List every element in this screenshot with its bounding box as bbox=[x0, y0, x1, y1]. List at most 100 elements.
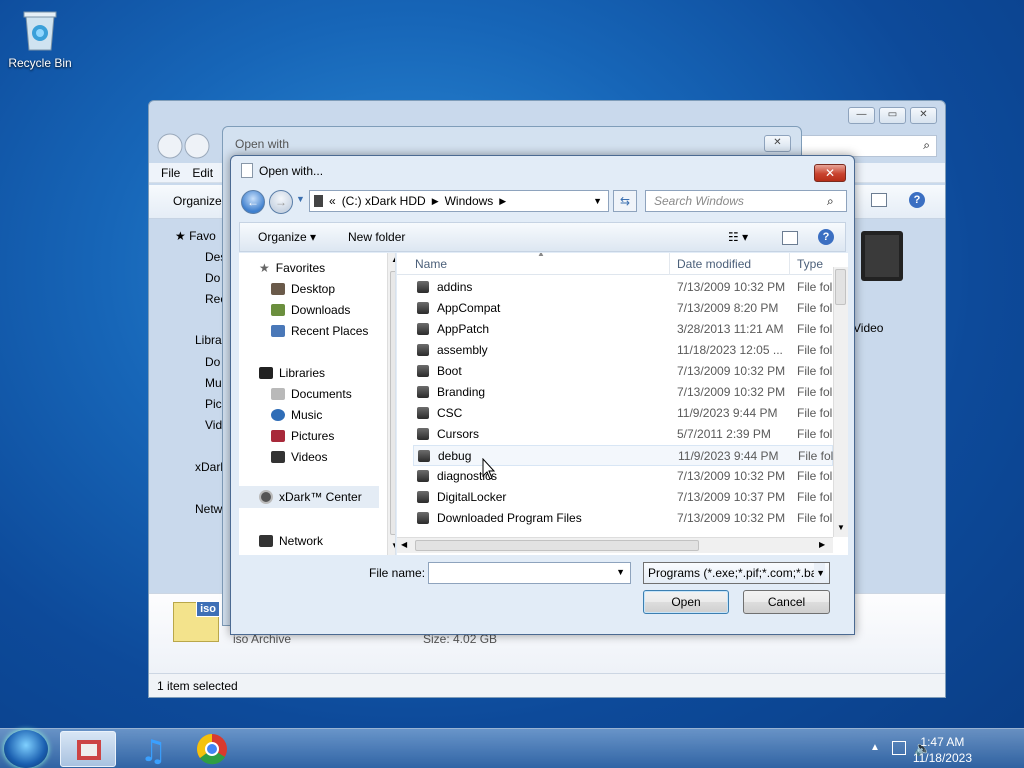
menu-file[interactable]: File bbox=[161, 166, 180, 180]
minimize-button[interactable]: — bbox=[848, 107, 875, 124]
file-row[interactable]: Downloaded Program Files 7/13/2009 10:32 … bbox=[413, 508, 833, 529]
nav-downloads[interactable]: Do bbox=[205, 271, 220, 285]
file-row[interactable]: AppPatch 3/28/2013 11:21 AM File fol bbox=[413, 319, 833, 340]
help-icon[interactable]: ? bbox=[818, 229, 834, 245]
nav-downloads[interactable]: Downloads bbox=[271, 303, 350, 317]
explorer-search-input[interactable]: ⌕ bbox=[797, 135, 937, 157]
address-segment-drive[interactable]: (C:) xDark HDD bbox=[342, 194, 426, 208]
nav-libraries[interactable]: Libraries bbox=[259, 366, 325, 380]
address-bar[interactable]: « (C:) xDark HDD ▶ Windows ▶ ▼ bbox=[309, 190, 609, 212]
explorer-nav-buttons[interactable] bbox=[157, 133, 217, 162]
file-row[interactable]: Cursors 5/7/2011 2:39 PM File fol bbox=[413, 424, 833, 445]
preview-pane-icon[interactable] bbox=[782, 231, 798, 245]
scroll-right-icon[interactable]: ▶ bbox=[819, 540, 825, 549]
file-row[interactable]: assembly 11/18/2023 12:05 ... File fol bbox=[413, 340, 833, 361]
taskbar-chrome[interactable] bbox=[184, 731, 240, 767]
dialog-close-button[interactable]: ✕ bbox=[814, 164, 846, 182]
file-list-horizontal-scrollbar[interactable]: ◀ ▶ bbox=[397, 537, 833, 553]
file-list-vertical-scrollbar[interactable]: ▼ bbox=[833, 267, 848, 537]
view-options-icon[interactable]: ☷ ▾ bbox=[728, 230, 748, 244]
start-button[interactable] bbox=[4, 730, 48, 768]
preview-pane-icon[interactable] bbox=[871, 193, 887, 207]
nav-network[interactable]: Network bbox=[259, 534, 323, 548]
nav-recent-places[interactable]: Recent Places bbox=[271, 324, 368, 338]
forward-button[interactable]: → bbox=[269, 190, 293, 214]
file-row[interactable]: diagnostics 7/13/2009 10:32 PM File fol bbox=[413, 466, 833, 487]
chevron-down-icon[interactable]: ▼ bbox=[616, 567, 625, 577]
sort-arrow-icon: ▲ bbox=[537, 253, 545, 258]
pictures-icon bbox=[271, 430, 285, 442]
scroll-down-icon[interactable]: ▼ bbox=[391, 541, 395, 550]
file-name: assembly bbox=[437, 343, 488, 357]
organize-button[interactable]: Organize ▾ bbox=[258, 230, 316, 244]
file-row[interactable]: AppCompat 7/13/2009 8:20 PM File fol bbox=[413, 298, 833, 319]
taskbar-explorer[interactable] bbox=[60, 731, 116, 767]
maximize-button[interactable]: ▭ bbox=[879, 107, 906, 124]
nav-libraries[interactable]: Libra bbox=[195, 333, 222, 347]
scroll-down-icon[interactable]: ▼ bbox=[837, 523, 845, 532]
new-folder-button[interactable]: New folder bbox=[348, 230, 405, 244]
nav-scroll-thumb[interactable] bbox=[390, 271, 395, 535]
column-type[interactable]: Type bbox=[797, 257, 823, 271]
nav-music[interactable]: Mu bbox=[205, 376, 222, 390]
file-row[interactable]: DigitalLocker 7/13/2009 10:37 PM File fol bbox=[413, 487, 833, 508]
search-input[interactable]: Search Windows bbox=[645, 190, 847, 212]
nav-network[interactable]: Netw bbox=[195, 502, 222, 516]
nav-favorites[interactable]: ★ Favo bbox=[175, 229, 216, 243]
file-row[interactable]: Boot 7/13/2009 10:32 PM File fol bbox=[413, 361, 833, 382]
file-name: Boot bbox=[437, 364, 462, 378]
system-clock[interactable]: 1:47 AM 11/18/2023 bbox=[913, 734, 972, 766]
nav-xdark-center[interactable]: xDark™ Center bbox=[239, 486, 379, 508]
video-folder-label: Video bbox=[853, 321, 884, 335]
recycle-bin[interactable]: Recycle Bin bbox=[6, 6, 74, 70]
file-name-input[interactable]: ▼ bbox=[428, 562, 631, 584]
video-folder-icon[interactable] bbox=[855, 229, 909, 289]
address-overflow-chevron[interactable]: « bbox=[329, 194, 336, 208]
file-row[interactable]: CSC 11/9/2023 9:44 PM File fol bbox=[413, 403, 833, 424]
file-name: AppPatch bbox=[437, 322, 490, 336]
menu-edit[interactable]: Edit bbox=[192, 166, 213, 180]
network-tray-icon[interactable] bbox=[892, 741, 906, 755]
open-button[interactable]: Open bbox=[643, 590, 729, 614]
nav-videos[interactable]: Vid bbox=[205, 418, 222, 432]
organize-button[interactable]: Organize bbox=[173, 194, 222, 208]
file-row[interactable]: addins 7/13/2009 10:32 PM File fol bbox=[413, 277, 833, 298]
recent-pages-chevron-icon[interactable]: ▼ bbox=[296, 194, 305, 204]
file-date: 3/28/2013 11:21 AM bbox=[677, 322, 784, 336]
nav-videos[interactable]: Videos bbox=[271, 450, 327, 464]
nav-desktop[interactable]: Desktop bbox=[271, 282, 335, 296]
address-dropdown-icon[interactable]: ▼ bbox=[593, 196, 602, 206]
address-segment-windows[interactable]: Windows bbox=[445, 194, 494, 208]
column-date[interactable]: Date modified bbox=[677, 257, 751, 271]
nav-favorites[interactable]: ★ Favorites bbox=[259, 261, 325, 275]
nav-pictures[interactable]: Pictures bbox=[271, 429, 334, 443]
scroll-up-icon[interactable]: ▲ bbox=[391, 255, 395, 264]
close-button[interactable]: ✕ bbox=[910, 107, 937, 124]
horizontal-scroll-thumb[interactable] bbox=[415, 540, 699, 551]
chevron-down-icon[interactable]: ▼ bbox=[814, 563, 825, 583]
taskbar-itunes[interactable]: ♫ bbox=[122, 731, 178, 768]
chevron-right-icon[interactable]: ▶ bbox=[499, 196, 506, 207]
nav-documents[interactable]: Do bbox=[205, 355, 220, 369]
cancel-button[interactable]: Cancel bbox=[743, 590, 830, 614]
vertical-scroll-thumb[interactable] bbox=[835, 269, 846, 305]
file-name: addins bbox=[437, 280, 473, 294]
back-button[interactable]: ← bbox=[241, 190, 265, 214]
nav-pictures[interactable]: Pic bbox=[205, 397, 222, 411]
file-type-select[interactable]: Programs (*.exe;*.pif;*.com;*.ba ▼ bbox=[643, 562, 830, 584]
scroll-left-icon[interactable]: ◀ bbox=[401, 540, 407, 549]
clock-time: 1:47 AM bbox=[920, 735, 965, 749]
tray-expand-icon[interactable]: ▲ bbox=[870, 742, 880, 753]
column-name[interactable]: Name bbox=[415, 257, 447, 271]
file-row[interactable]: debug 11/9/2023 9:44 PM File fol bbox=[413, 445, 833, 466]
nav-scrollbar[interactable]: ▲ ▼ bbox=[387, 253, 395, 555]
refresh-button[interactable]: ⇆ bbox=[613, 190, 637, 212]
nav-documents[interactable]: Documents bbox=[271, 387, 352, 401]
help-icon[interactable]: ? bbox=[909, 192, 925, 208]
openwith-close-button[interactable]: ✕ bbox=[764, 135, 791, 152]
file-row[interactable]: Branding 7/13/2009 10:32 PM File fol bbox=[413, 382, 833, 403]
chevron-right-icon[interactable]: ▶ bbox=[432, 196, 439, 207]
nav-music[interactable]: Music bbox=[271, 408, 322, 422]
svg-text:♫: ♫ bbox=[140, 734, 167, 767]
search-icon: ⌕ bbox=[923, 138, 930, 152]
